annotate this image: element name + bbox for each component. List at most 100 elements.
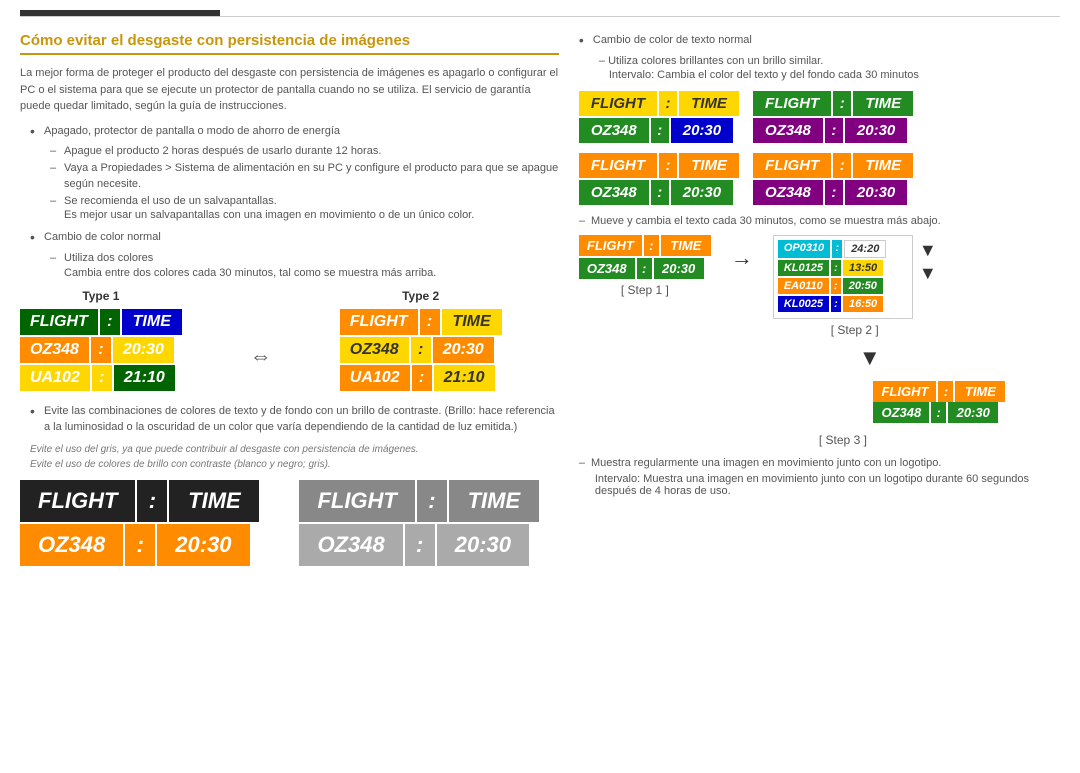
sb1-flight: FLIGHT <box>579 91 657 116</box>
sb4-colon-r: : <box>825 180 843 205</box>
sb4-oz348: OZ348 <box>753 180 823 205</box>
right-bullet1: • Cambio de color de texto normal <box>579 32 1060 49</box>
sb4-flight: FLIGHT <box>753 153 831 178</box>
black-colon-h: : <box>137 480 167 522</box>
small-board-3: FLIGHT : TIME OZ348 : 20:30 <box>579 153 739 205</box>
bullet-section-1: • Apagado, protector de pantalla o modo … <box>30 123 559 222</box>
gray-board: FLIGHT : TIME OZ348 : 20:30 <box>299 480 538 566</box>
bullet-dot: • <box>30 123 38 140</box>
bullet2-main: Cambio de color normal <box>44 229 161 246</box>
step3-flight: FLIGHT <box>873 381 936 402</box>
gray-colon-r: : <box>405 524 435 566</box>
step3-time: TIME <box>955 381 1005 402</box>
sc-c4: : <box>831 296 841 312</box>
sub-list-2: – Utiliza dos colores Cambia entre dos c… <box>50 250 559 279</box>
step3-colon-h: : <box>938 381 953 402</box>
sb1-colon-r: : <box>651 118 669 143</box>
step1-col: FLIGHT : TIME OZ348 : 20:30 [ Step 1 ] <box>579 235 711 297</box>
type1-header: FLIGHT : TIME <box>20 309 182 335</box>
sb3-header: FLIGHT : TIME <box>579 153 739 178</box>
t1-time-label: TIME <box>122 309 182 335</box>
top-line <box>20 16 1060 17</box>
sc-kl0025: KL0025 <box>778 296 829 312</box>
step3-col: FLIGHT : TIME OZ348 : 20:30 [ Step 3 ] <box>819 375 1060 447</box>
type2-header: FLIGHT : TIME <box>340 309 502 335</box>
scroll-row-1: OP0310 : 24:20 <box>778 240 908 258</box>
bullet-2: • Cambio de color normal <box>30 229 559 246</box>
section-title: Cómo evitar el desgaste con persistencia… <box>20 32 559 55</box>
sb2-oz348: OZ348 <box>753 118 823 143</box>
sb2-2030: 20:30 <box>845 118 907 143</box>
small-board-2: FLIGHT : TIME OZ348 : 20:30 <box>753 91 913 143</box>
step3-arrow-row: ▼ <box>859 345 1060 371</box>
right-sub3: Intervalo: Muestra una imagen en movimie… <box>595 473 1060 497</box>
t1-ua102: UA102 <box>20 365 90 391</box>
sub-item-3: – Se recomienda el uso de un salvapantal… <box>50 193 559 210</box>
sb3-flight: FLIGHT <box>579 153 657 178</box>
t2-ua102: UA102 <box>340 365 410 391</box>
dash-symbol: – <box>579 215 585 227</box>
t1-colon2: : <box>92 365 112 391</box>
warning-item: • Evite las combinaciones de colores de … <box>30 403 559 436</box>
right-bullet1-text: Cambio de color de texto normal <box>593 32 752 49</box>
type1-row1: OZ348 : 20:30 <box>20 337 182 363</box>
step1-board: FLIGHT : TIME OZ348 : 20:30 <box>579 235 711 279</box>
step1-header: FLIGHT : TIME <box>579 235 711 256</box>
t1-2110: 21:10 <box>114 365 175 391</box>
bullet-dot-2: • <box>30 229 38 246</box>
sb1-oz348: OZ348 <box>579 118 649 143</box>
bottom-note: – Muestra regularmente una imagen en mov… <box>579 457 1060 497</box>
sb2-colon-r: : <box>825 118 843 143</box>
t2-colon-header: : <box>420 309 440 335</box>
sb2-colon-h: : <box>833 91 851 116</box>
sb4-time: TIME <box>853 153 913 178</box>
bullet-section-2: • Cambio de color normal – Utiliza dos c… <box>30 229 559 278</box>
warning2: Evite el uso del gris, ya que puede cont… <box>30 444 559 455</box>
bullet2-note: Cambia entre dos colores cada 30 minutos… <box>64 267 559 279</box>
gray-board-header: FLIGHT : TIME <box>299 480 538 522</box>
sb1-row: OZ348 : 20:30 <box>579 118 739 143</box>
t2-2110: 21:10 <box>434 365 495 391</box>
left-column: Cómo evitar el desgaste con persistencia… <box>20 32 559 566</box>
sb2-header: FLIGHT : TIME <box>753 91 913 116</box>
step1-row: OZ348 : 20:30 <box>579 258 711 279</box>
t1-colon-header: : <box>100 309 120 335</box>
step3-board: FLIGHT : TIME OZ348 : 20:30 <box>873 381 1005 423</box>
right-dash2: Muestra regularmente una imagen en movim… <box>591 457 941 469</box>
sb1-header: FLIGHT : TIME <box>579 91 739 116</box>
intro-text: La mejor forma de proteger el producto d… <box>20 65 559 115</box>
t2-colon2: : <box>412 365 432 391</box>
dash-symbol2: – <box>579 457 585 469</box>
t1-colon1: : <box>91 337 111 363</box>
sc-kl0125: KL0125 <box>778 260 829 276</box>
black-time: TIME <box>169 480 259 522</box>
type2-section: Type 2 FLIGHT : TIME OZ348 : 20:30 UA102 <box>340 289 502 393</box>
gray-flight: FLIGHT <box>299 480 414 522</box>
step1-2030: 20:30 <box>654 258 704 279</box>
sc-2420: 24:20 <box>844 240 886 258</box>
type2-board: FLIGHT : TIME OZ348 : 20:30 UA102 : 21:1… <box>340 309 502 393</box>
down-arrow-3-icon: ▼ <box>859 345 881 371</box>
warning1: Evite las combinaciones de colores de te… <box>44 403 559 436</box>
bullet1-sub2: Vaya a Propiedades > Sistema de alimenta… <box>64 160 559 193</box>
scroll-row-3: EA0110 : 20:50 <box>778 278 908 294</box>
t2-colon1: : <box>411 337 431 363</box>
black-board: FLIGHT : TIME OZ348 : 20:30 <box>20 480 259 566</box>
down-arrow-1-icon: ▼ <box>919 240 937 261</box>
sc-1350: 13:50 <box>843 260 883 276</box>
sb4-row: OZ348 : 20:30 <box>753 180 913 205</box>
right-sub1-text: Utiliza colores brillantes con un brillo… <box>608 55 823 67</box>
warning3: Evite el uso de colores de brillo con co… <box>30 459 559 470</box>
sb2-flight: FLIGHT <box>753 91 831 116</box>
step3-header: FLIGHT : TIME <box>873 381 1005 402</box>
bullet2-sub1: Utiliza dos colores <box>64 250 153 267</box>
type2-row1: OZ348 : 20:30 <box>340 337 502 363</box>
exchange-arrow-icon: ⇔ <box>250 343 272 369</box>
bullet1-note: Es mejor usar un salvapantallas con una … <box>64 209 559 221</box>
type1-section: Type 1 FLIGHT : TIME OZ348 : 20:30 UA102 <box>20 289 182 393</box>
warning-section: • Evite las combinaciones de colores de … <box>30 403 559 436</box>
type-row: Type 1 FLIGHT : TIME OZ348 : 20:30 UA102 <box>20 289 559 393</box>
dash-note2-row: – Muestra regularmente una imagen en mov… <box>579 457 1060 469</box>
step3-label: [ Step 3 ] <box>819 433 867 447</box>
right-sub1: – Utiliza colores brillantes con un bril… <box>599 53 1060 70</box>
